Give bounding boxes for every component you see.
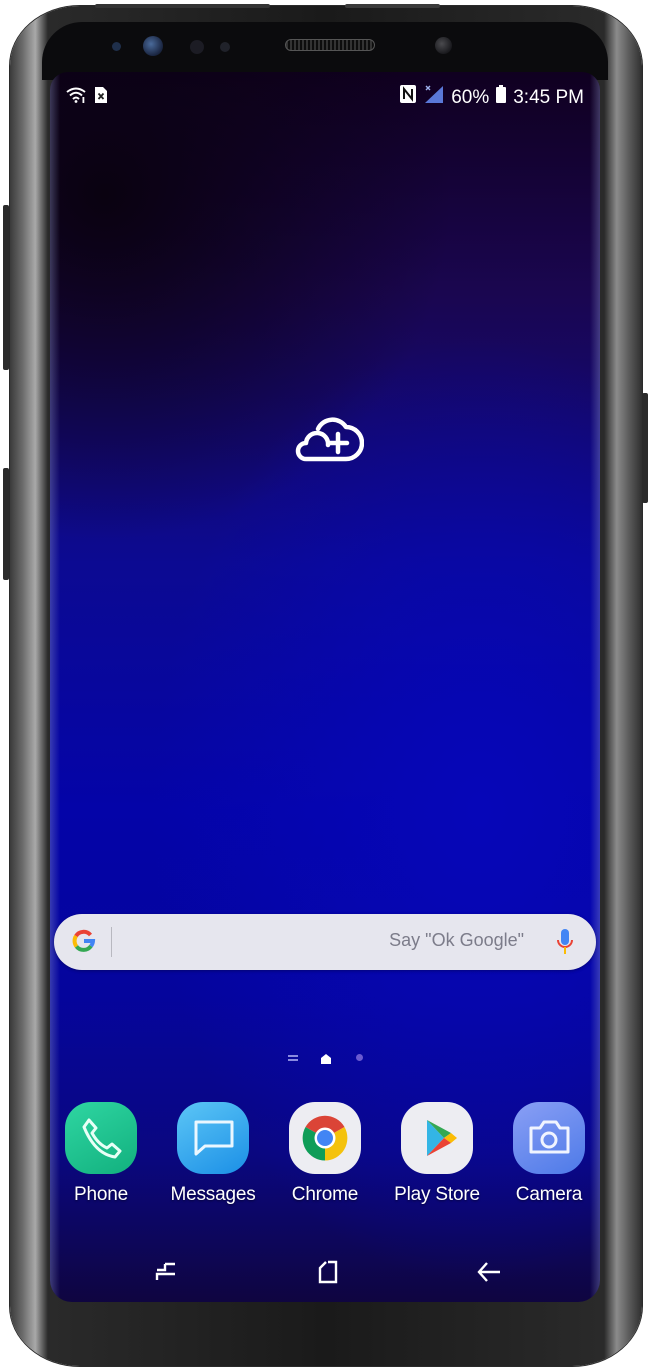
wifi-icon	[66, 87, 86, 108]
camera-icon	[513, 1102, 585, 1174]
phone-top-edge	[345, 4, 440, 8]
front-camera-icon	[435, 37, 452, 54]
earpiece-speaker	[285, 39, 375, 51]
navigation-bar	[50, 1252, 600, 1292]
battery-percent: 60%	[451, 86, 490, 108]
status-bar: 60% 3:45 PM	[50, 82, 600, 110]
app-camera[interactable]: Camera	[499, 1102, 599, 1206]
phone-top-edge	[95, 4, 270, 8]
apps-list-indicator[interactable]	[288, 1055, 298, 1061]
phone-icon	[65, 1102, 137, 1174]
app-label: Play Store	[394, 1184, 480, 1205]
search-placeholder: Say "Ok Google"	[389, 930, 524, 950]
app-label: Phone	[74, 1184, 128, 1205]
chrome-icon	[289, 1102, 361, 1174]
sensor-icon	[112, 42, 121, 51]
app-chrome[interactable]: Chrome	[275, 1102, 375, 1206]
power-button[interactable]	[642, 393, 648, 503]
app-label: Camera	[515, 1184, 583, 1205]
clock: 3:45 PM	[513, 86, 584, 108]
recents-icon[interactable]	[151, 1258, 181, 1286]
page-dot[interactable]	[356, 1054, 363, 1061]
play-store-icon	[401, 1102, 473, 1174]
battery-icon	[495, 84, 507, 111]
signal-icon	[423, 84, 445, 111]
volume-button[interactable]	[3, 205, 9, 370]
home-page-indicator-icon[interactable]	[320, 1052, 332, 1064]
back-icon[interactable]	[474, 1258, 504, 1286]
nfc-icon	[399, 84, 417, 111]
app-dock: Phone Messages Chrome Play Store Camera	[50, 1102, 600, 1212]
iris-scanner-icon	[143, 36, 163, 56]
bixby-button[interactable]	[3, 468, 9, 580]
app-messages[interactable]: Messages	[163, 1102, 263, 1206]
app-label: Chrome	[291, 1184, 359, 1205]
home-screen: 60% 3:45 PM Say "Ok Google" Phone Messag…	[50, 72, 600, 1302]
cloud-add-icon[interactable]	[288, 415, 365, 465]
text-cursor	[111, 927, 112, 957]
page-indicator	[282, 1050, 372, 1068]
messages-icon	[177, 1102, 249, 1174]
no-sim-icon	[94, 86, 108, 109]
app-label: Messages	[170, 1184, 256, 1205]
google-g-icon	[70, 927, 98, 955]
app-phone[interactable]: Phone	[51, 1102, 151, 1206]
mic-icon[interactable]	[556, 928, 574, 956]
app-play-store[interactable]: Play Store	[387, 1102, 487, 1206]
sensor-icon	[190, 40, 204, 54]
google-search-bar[interactable]: Say "Ok Google"	[54, 914, 596, 970]
home-icon[interactable]	[312, 1258, 342, 1286]
sensor-icon	[220, 42, 230, 52]
